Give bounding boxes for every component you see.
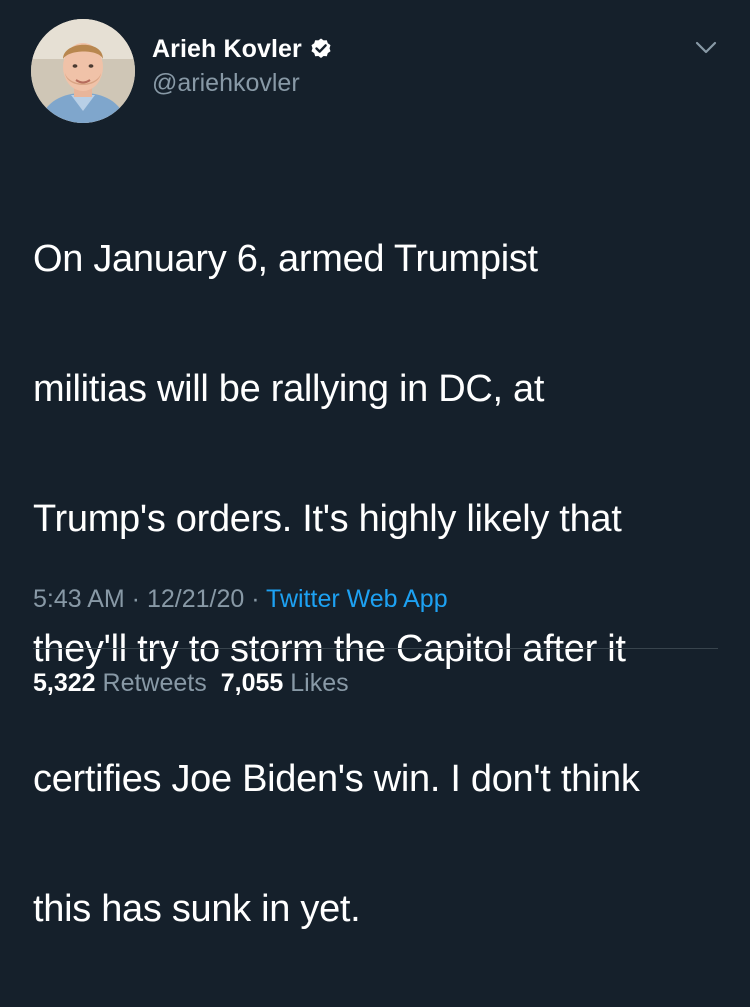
tweet-meta: 5:43 AM · 12/21/20 · Twitter Web App: [33, 585, 448, 614]
tweet-text-line: this has sunk in yet.: [33, 888, 361, 930]
likes-label: Likes: [290, 669, 349, 697]
tweet-time[interactable]: 5:43 AM: [33, 585, 125, 613]
tweet-text-line: On January 6, armed Trumpist: [33, 238, 538, 280]
avatar-photo: [31, 19, 135, 123]
meta-separator: ·: [124, 585, 147, 613]
tweet-date[interactable]: 12/21/20: [147, 585, 244, 613]
tweet-text-line: certifies Joe Biden's win. I don't think: [33, 758, 640, 800]
retweets-stat[interactable]: 5,322 Retweets: [33, 669, 207, 697]
likes-stat[interactable]: 7,055 Likes: [221, 669, 349, 697]
verified-badge-icon: [309, 37, 333, 61]
tweet-text-line: Trump's orders. It's highly likely that: [33, 498, 622, 540]
retweets-count: 5,322: [33, 669, 96, 697]
likes-count: 7,055: [220, 669, 284, 697]
tweet-text-line: militias will be rallying in DC, at: [33, 368, 545, 410]
handle[interactable]: @ariehkovler: [152, 69, 333, 98]
avatar[interactable]: [31, 19, 135, 123]
tweet-source-link[interactable]: Twitter Web App: [266, 585, 448, 613]
chevron-down-icon[interactable]: [692, 36, 720, 58]
tweet-stats: 5,322 Retweets 7,055 Likes: [33, 669, 349, 698]
divider: [33, 648, 718, 649]
tweet-card[interactable]: Arieh Kovler @ariehkovler On January 6, …: [0, 0, 750, 930]
author-info[interactable]: Arieh Kovler @ariehkovler: [152, 32, 333, 98]
display-name[interactable]: Arieh Kovler: [152, 35, 302, 64]
retweets-label: Retweets: [102, 669, 207, 697]
name-row: Arieh Kovler: [152, 32, 333, 66]
meta-separator: ·: [244, 585, 267, 613]
